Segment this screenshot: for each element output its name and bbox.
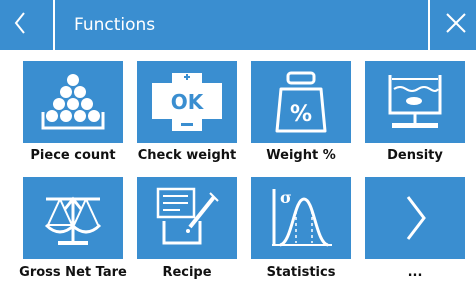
tile-statistics[interactable]: σ <box>251 177 351 259</box>
svg-text:%: % <box>290 102 312 127</box>
tile-label: Check weight <box>137 148 237 163</box>
tile-recipe[interactable] <box>137 177 237 259</box>
tile-density[interactable] <box>365 61 465 143</box>
chevron-right-icon <box>400 193 430 243</box>
statistics-icon: σ <box>266 185 336 251</box>
chevron-left-icon <box>13 11 27 39</box>
tile-weight-percent[interactable]: % <box>251 61 351 143</box>
back-button[interactable] <box>0 0 40 50</box>
close-icon <box>445 12 467 38</box>
weight-percent-icon: % <box>271 69 331 135</box>
svg-text:OK: OK <box>171 90 205 114</box>
check-weight-icon: OK <box>148 69 226 135</box>
header-divider <box>428 0 430 50</box>
tile-check-weight[interactable]: OK <box>137 61 237 143</box>
page-title: Functions <box>74 15 156 35</box>
svg-text:σ: σ <box>280 188 292 207</box>
tile-label: Statistics <box>266 265 336 280</box>
tile-gross-net-tare[interactable] <box>23 177 123 259</box>
recipe-icon <box>150 185 224 251</box>
tile-label: Recipe <box>162 265 212 280</box>
header-bar: Functions <box>0 0 476 50</box>
gross-net-tare-icon <box>38 185 108 251</box>
density-icon <box>380 69 450 135</box>
piece-count-icon <box>38 70 108 134</box>
tile-label: Piece count <box>30 148 116 163</box>
tile-more[interactable] <box>365 177 465 259</box>
header-divider <box>53 0 55 50</box>
tile-label: Density <box>387 148 443 163</box>
tile-label: Gross Net Tare <box>19 265 127 280</box>
tile-label: Weight % <box>266 148 336 163</box>
tile-piece-count[interactable] <box>23 61 123 143</box>
tile-label: ... <box>407 265 423 280</box>
close-button[interactable] <box>436 0 476 50</box>
